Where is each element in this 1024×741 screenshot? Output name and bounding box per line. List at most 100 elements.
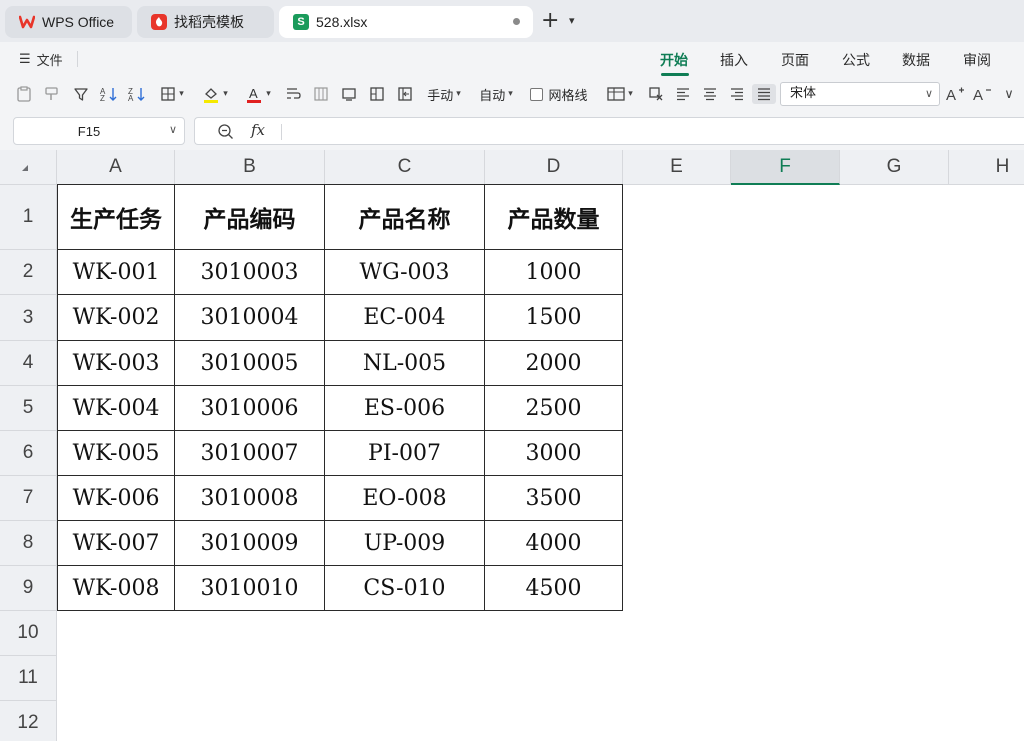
ribbon-tab-formula[interactable]: 公式 xyxy=(842,50,870,70)
ribbon-tab-home[interactable]: 开始 xyxy=(660,50,688,70)
table-cell-d3[interactable]: 1500 xyxy=(485,295,623,341)
row-header-7[interactable]: 7 xyxy=(0,476,57,521)
table-style-button[interactable]: ▾ xyxy=(604,84,636,104)
insert-row-button[interactable] xyxy=(339,84,359,104)
fill-color-button[interactable]: ▾ xyxy=(199,84,231,104)
align-left-button[interactable] xyxy=(673,84,693,104)
gridlines-checkbox[interactable] xyxy=(530,87,544,101)
tab-close-dot-icon[interactable] xyxy=(513,18,520,25)
ribbon-tab-data[interactable]: 数据 xyxy=(902,50,930,70)
table-cell-c8[interactable]: UP-009 xyxy=(325,521,485,566)
table-header-cell-c[interactable]: 产品名称 xyxy=(325,184,485,250)
table-header-cell-d[interactable]: 产品数量 xyxy=(485,184,623,250)
row-header-1[interactable]: 1 xyxy=(0,185,57,250)
ribbon-tab-review[interactable]: 审阅 xyxy=(963,50,991,70)
table-cell-c9[interactable]: CS-010 xyxy=(325,566,485,611)
row-header-12[interactable]: 12 xyxy=(0,701,57,741)
table-cell-b8[interactable]: 3010009 xyxy=(175,521,325,566)
table-cell-a3[interactable]: WK-002 xyxy=(57,295,175,341)
increase-font-size-button[interactable]: A xyxy=(944,84,966,104)
column-header-a[interactable]: A xyxy=(57,150,175,185)
table-cell-b5[interactable]: 3010006 xyxy=(175,386,325,431)
table-cell-a4[interactable]: WK-003 xyxy=(57,341,175,386)
column-header-b[interactable]: B xyxy=(175,150,325,185)
tab-wps-office[interactable]: WPS Office xyxy=(5,6,132,38)
decrease-font-size-button[interactable]: A xyxy=(971,84,993,104)
merge-cells-button[interactable] xyxy=(311,84,331,104)
insert-function-fx-icon[interactable]: fx xyxy=(251,121,265,139)
new-tab-chevron-down-icon[interactable]: ▾ xyxy=(569,14,575,27)
borders-button[interactable]: ▾ xyxy=(156,84,188,104)
row-header-8[interactable]: 8 xyxy=(0,521,57,566)
table-cell-b3[interactable]: 3010004 xyxy=(175,295,325,341)
format-painter-button[interactable] xyxy=(42,84,62,104)
table-cell-d9[interactable]: 4500 xyxy=(485,566,623,611)
clear-format-button[interactable] xyxy=(646,84,666,104)
table-header-cell-b[interactable]: 产品编码 xyxy=(175,184,325,250)
gridlines-toggle[interactable]: 网格线 xyxy=(529,84,589,104)
toolbar-more-button[interactable]: ∨ xyxy=(1000,84,1018,104)
column-header-c[interactable]: C xyxy=(325,150,485,185)
table-cell-b4[interactable]: 3010005 xyxy=(175,341,325,386)
row-height-manual-dropdown[interactable]: 手动 ▾ xyxy=(422,84,466,104)
column-width-auto-dropdown[interactable]: 自动 ▾ xyxy=(474,84,518,104)
column-header-f[interactable]: F xyxy=(731,150,840,185)
name-box[interactable]: F15 ∨ xyxy=(13,117,185,145)
row-header-4[interactable]: 4 xyxy=(0,341,57,386)
formula-input[interactable]: fx xyxy=(194,117,1024,145)
sort-descending-button[interactable]: ZA xyxy=(126,84,148,104)
column-header-e[interactable]: E xyxy=(623,150,731,185)
align-center-button[interactable] xyxy=(700,84,720,104)
freeze-panes-button[interactable] xyxy=(395,84,415,104)
table-cell-c3[interactable]: EC-004 xyxy=(325,295,485,341)
tab-docer-templates[interactable]: 找稻壳模板 xyxy=(137,6,274,38)
table-cell-c7[interactable]: EO-008 xyxy=(325,476,485,521)
table-cell-a5[interactable]: WK-004 xyxy=(57,386,175,431)
ribbon-tab-page[interactable]: 页面 xyxy=(781,50,809,70)
spreadsheet-grid[interactable]: A B C D E F G H 1 2 3 4 5 6 7 8 9 10 11 … xyxy=(0,150,1024,741)
row-header-10[interactable]: 10 xyxy=(0,611,57,656)
font-family-select[interactable]: 宋体 ∨ xyxy=(780,82,940,106)
row-header-11[interactable]: 11 xyxy=(0,656,57,701)
table-cell-d6[interactable]: 3000 xyxy=(485,431,623,476)
table-cell-a6[interactable]: WK-005 xyxy=(57,431,175,476)
filter-button[interactable] xyxy=(71,84,91,104)
row-header-6[interactable]: 6 xyxy=(0,431,57,476)
align-justify-button[interactable] xyxy=(752,84,776,104)
table-cell-b2[interactable]: 3010003 xyxy=(175,250,325,295)
table-cell-d5[interactable]: 2500 xyxy=(485,386,623,431)
table-cell-d8[interactable]: 4000 xyxy=(485,521,623,566)
file-menu-button[interactable]: ☰ 文件 xyxy=(19,50,63,69)
table-cell-a8[interactable]: WK-007 xyxy=(57,521,175,566)
select-all-corner[interactable] xyxy=(0,150,57,185)
table-cell-c2[interactable]: WG-003 xyxy=(325,250,485,295)
column-header-d[interactable]: D xyxy=(485,150,623,185)
row-header-3[interactable]: 3 xyxy=(0,295,57,341)
table-cell-c4[interactable]: NL-005 xyxy=(325,341,485,386)
table-header-cell-a[interactable]: 生产任务 xyxy=(57,184,175,250)
table-cell-c5[interactable]: ES-006 xyxy=(325,386,485,431)
column-header-h[interactable]: H xyxy=(949,150,1024,185)
table-cell-d7[interactable]: 3500 xyxy=(485,476,623,521)
zoom-icon[interactable] xyxy=(217,123,234,144)
table-cell-d4[interactable]: 2000 xyxy=(485,341,623,386)
table-cell-c6[interactable]: PI-007 xyxy=(325,431,485,476)
sort-ascending-button[interactable]: AZ xyxy=(98,84,120,104)
table-cell-a7[interactable]: WK-006 xyxy=(57,476,175,521)
new-tab-plus-icon[interactable]: + xyxy=(541,9,559,33)
table-cell-b7[interactable]: 3010008 xyxy=(175,476,325,521)
wrap-text-button[interactable] xyxy=(283,84,303,104)
font-color-button[interactable]: A ▾ xyxy=(242,84,274,104)
table-cell-d2[interactable]: 1000 xyxy=(485,250,623,295)
table-cell-b6[interactable]: 3010007 xyxy=(175,431,325,476)
row-header-2[interactable]: 2 xyxy=(0,250,57,295)
insert-column-button[interactable] xyxy=(367,84,387,104)
row-header-9[interactable]: 9 xyxy=(0,566,57,611)
table-cell-a2[interactable]: WK-001 xyxy=(57,250,175,295)
align-right-button[interactable] xyxy=(727,84,747,104)
column-header-g[interactable]: G xyxy=(840,150,949,185)
table-cell-a9[interactable]: WK-008 xyxy=(57,566,175,611)
ribbon-tab-insert[interactable]: 插入 xyxy=(720,50,748,70)
paste-button[interactable] xyxy=(14,84,34,104)
tab-528-xlsx[interactable]: S 528.xlsx xyxy=(279,6,533,38)
